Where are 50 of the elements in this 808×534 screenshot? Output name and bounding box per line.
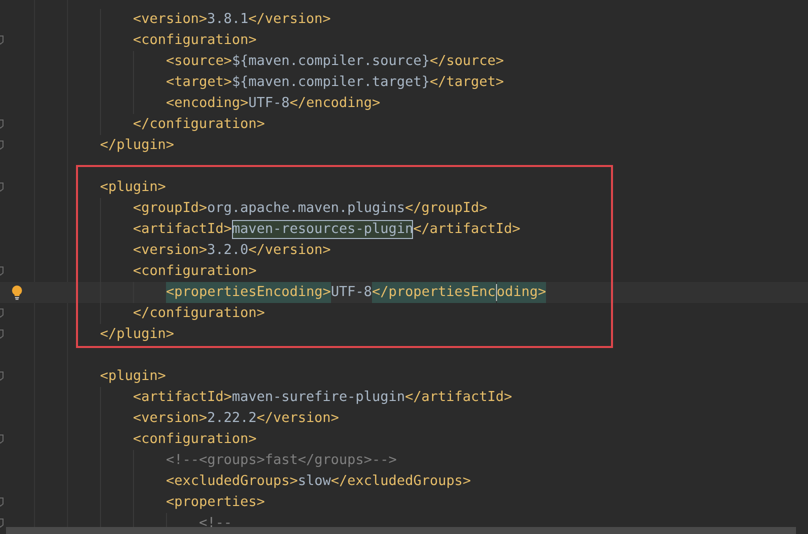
xml-tag: <plugin> [100,177,166,198]
xml-tag: </configuration> [133,303,265,324]
xml-tag: <groupId> [133,198,208,219]
xml-tag: <version> [133,240,208,261]
xml-tag: <artifactId> [133,219,232,240]
xml-tag: </version> [256,408,340,429]
xml-tag: <configuration> [133,261,257,282]
xml-tag: <artifactId> [133,387,232,408]
xml-value: org.apache.maven.plugins [207,199,405,218]
text-caret [496,284,497,301]
xml-tag: <plugin> [100,366,166,387]
xml-value: 3.8.1 [207,10,248,29]
highlighted-value: maven-resources-plugin [232,220,414,239]
xml-value: slow [298,472,331,491]
highlighted-tag: <propertiesEncoding> [166,282,331,303]
xml-value: UTF-8 [330,283,372,302]
highlighted-tag: oding> [496,282,546,303]
xml-tag: <configuration> [133,429,257,450]
xml-tag: </configuration> [133,114,265,135]
xml-tag: </excludedGroups> [330,471,471,492]
xml-tag: </artifactId> [404,387,512,408]
xml-tag: <properties> [166,492,265,513]
xml-tag: </source> [430,51,504,72]
xml-tag: </version> [248,9,331,30]
xml-value: ${maven.compiler.source} [232,52,430,71]
xml-tag: </plugin> [100,324,174,345]
xml-value: maven-surefire-plugin [232,388,405,407]
xml-tag: <version> [133,9,208,30]
xml-tag: </groupId> [404,198,488,219]
xml-tag: </target> [430,72,504,93]
code-comment: <!-- [199,514,232,533]
code-editor[interactable] [0,0,808,534]
xml-tag: <source> [166,51,232,72]
xml-tag: <configuration> [133,30,257,51]
xml-tag: <version> [133,408,208,429]
xml-value: ${maven.compiler.target} [232,73,430,92]
scrollbar[interactable] [6,527,796,534]
xml-tag: </version> [248,240,331,261]
xml-value: UTF-8 [248,94,290,113]
code-comment: <!--<groups>fast</groups>--> [166,451,397,470]
xml-tag: </plugin> [100,135,174,156]
xml-value: 2.22.2 [207,409,257,428]
highlighted-tag: </propertiesEnc [372,282,496,303]
xml-tag: <encoding> [166,93,248,114]
xml-tag: <target> [166,72,232,93]
xml-value: 3.2.0 [207,241,248,260]
xml-tag: <excludedGroups> [166,471,298,492]
xml-tag: </encoding> [290,93,380,114]
lightbulb-icon[interactable] [11,285,23,300]
xml-tag: </artifactId> [413,219,520,240]
